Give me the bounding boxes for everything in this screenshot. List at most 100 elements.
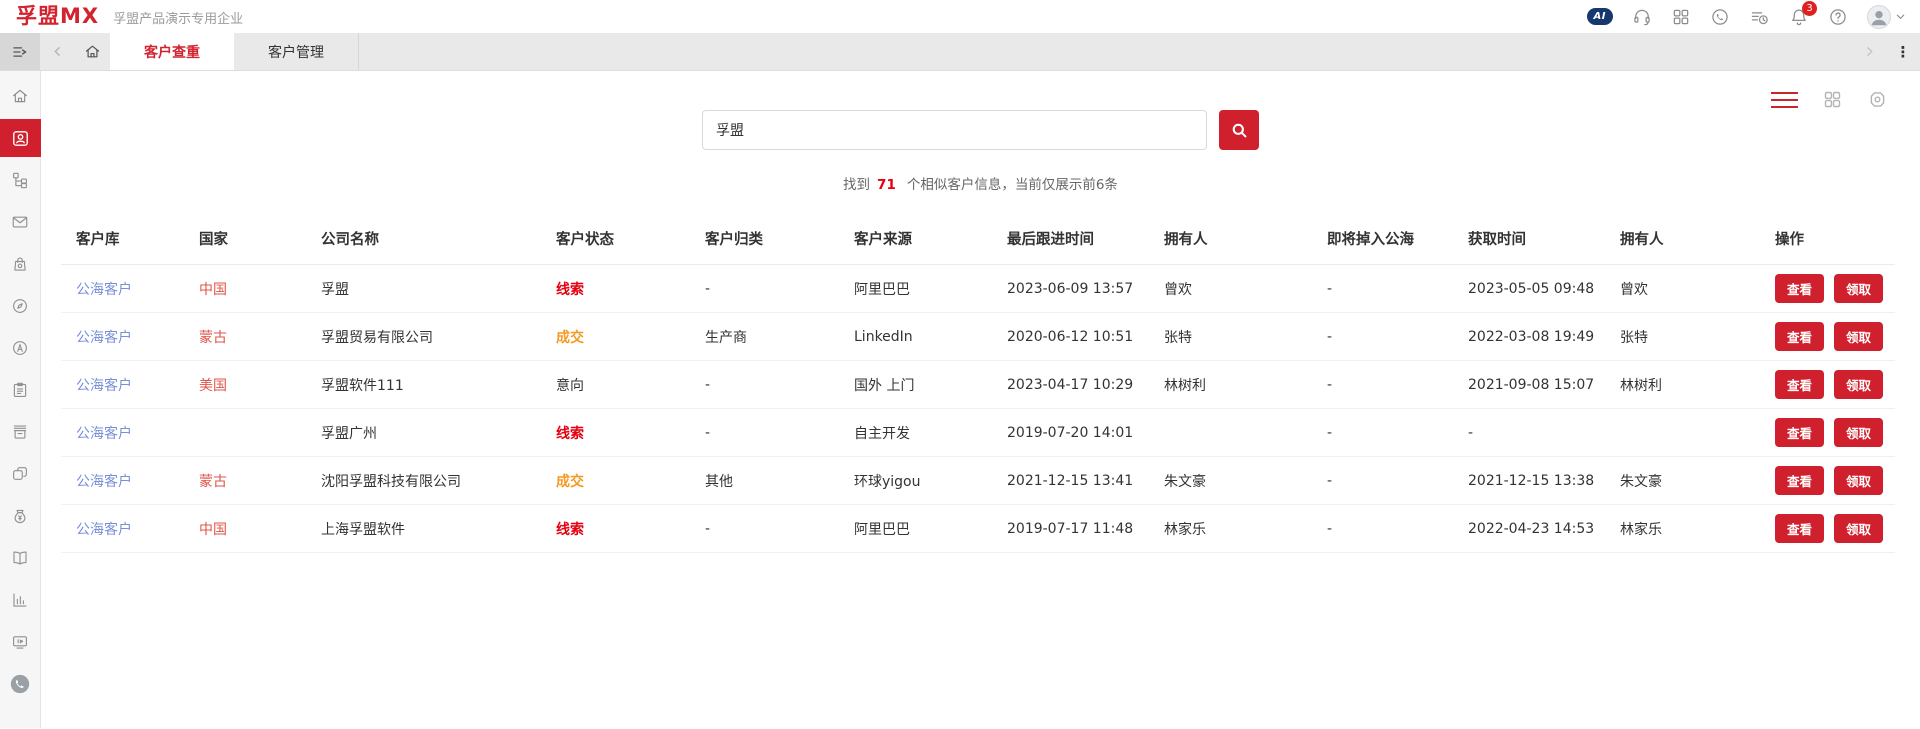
result-summary: 找到71个相似客户信息，当前仅展示前6条 — [41, 173, 1920, 193]
tab-customer-management[interactable]: 客户管理 — [234, 33, 359, 70]
forward-chevron-icon[interactable] — [1852, 33, 1886, 70]
search-button[interactable] — [1219, 110, 1259, 150]
sidebar-item-dashboard[interactable] — [0, 623, 41, 661]
column-header: 即将掉入公海 — [1312, 213, 1453, 265]
cell-drop-into-sea: - — [1312, 505, 1453, 553]
support-headset-icon[interactable] — [1632, 7, 1652, 27]
home-tab-icon[interactable] — [74, 33, 110, 70]
sidebar-item-mail[interactable] — [0, 203, 41, 241]
app-logo: 孚盟MX — [16, 0, 99, 33]
pages-icon — [11, 465, 29, 483]
view-button[interactable]: 查看 — [1775, 418, 1824, 447]
apps-grid-icon[interactable] — [1671, 7, 1691, 27]
view-button[interactable]: 查看 — [1775, 274, 1824, 303]
cell-drop-into-sea: - — [1312, 457, 1453, 505]
cell-library[interactable]: 公海客户 — [61, 505, 184, 553]
sidebar-item-finance[interactable] — [0, 497, 41, 535]
cell-library[interactable]: 公海客户 — [61, 313, 184, 361]
cell-owner-2: 朱文豪 — [1605, 457, 1760, 505]
tabbar-spacer — [359, 33, 1852, 70]
tab-more-menu-icon[interactable]: ⋮ — [1886, 33, 1920, 70]
cell-last-follow-time: 2019-07-20 14:01 — [992, 409, 1149, 457]
cell-actions: 查看领取 — [1760, 457, 1895, 505]
sidebar-item-orders[interactable] — [0, 371, 41, 409]
whatsapp-filled-icon — [9, 673, 31, 695]
column-header: 公司名称 — [306, 213, 541, 265]
cell-category: 其他 — [690, 457, 839, 505]
column-header: 客户库 — [61, 213, 184, 265]
whatsapp-icon[interactable] — [1710, 7, 1730, 27]
column-header: 最后跟进时间 — [992, 213, 1149, 265]
claim-button[interactable]: 领取 — [1834, 514, 1883, 543]
view-button[interactable]: 查看 — [1775, 466, 1824, 495]
cell-actions: 查看领取 — [1760, 505, 1895, 553]
cell-status: 成交 — [541, 313, 690, 361]
brand: 孚盟MX 孚盟产品演示专用企业 — [16, 0, 243, 33]
grid-view-icon[interactable] — [1822, 89, 1843, 110]
cell-library[interactable]: 公海客户 — [61, 361, 184, 409]
sidebar-item-org[interactable] — [0, 161, 41, 199]
bar-chart-icon — [11, 591, 29, 609]
cell-status: 线索 — [541, 505, 690, 553]
collapse-sidebar-button[interactable] — [0, 33, 40, 70]
cell-source: 环球yigou — [839, 457, 992, 505]
cell-library[interactable]: 公海客户 — [61, 409, 184, 457]
sidebar-item-compass[interactable] — [0, 287, 41, 325]
cell-acquire-time: 2023-05-05 09:48 — [1453, 265, 1605, 313]
back-chevron-icon[interactable] — [40, 33, 74, 70]
cell-category: - — [690, 409, 839, 457]
column-header: 客户归类 — [690, 213, 839, 265]
table-row: 公海客户蒙古孚盟贸易有限公司成交生产商LinkedIn2020-06-12 10… — [61, 313, 1895, 361]
sidebar-item-marketing[interactable] — [0, 329, 41, 367]
sidebar-item-home[interactable] — [0, 77, 41, 115]
search-input[interactable] — [702, 110, 1207, 150]
claim-button[interactable]: 领取 — [1834, 322, 1883, 351]
cell-drop-into-sea: - — [1312, 361, 1453, 409]
cell-acquire-time: 2022-04-23 14:53 — [1453, 505, 1605, 553]
view-button[interactable]: 查看 — [1775, 370, 1824, 399]
cell-company-name: 上海孚盟软件 — [306, 505, 541, 553]
sidebar-item-documents[interactable] — [0, 413, 41, 451]
history-list-icon[interactable] — [1749, 7, 1770, 27]
cell-country: 中国 — [184, 505, 306, 553]
cell-last-follow-time: 2023-06-09 13:57 — [992, 265, 1149, 313]
cell-library[interactable]: 公海客户 — [61, 457, 184, 505]
claim-button[interactable]: 领取 — [1834, 418, 1883, 447]
sidebar-item-reports[interactable] — [0, 581, 41, 619]
sidebar-item-whatsapp[interactable] — [0, 665, 41, 703]
cell-category: - — [690, 505, 839, 553]
home-icon — [11, 87, 29, 105]
cell-country: 美国 — [184, 361, 306, 409]
cell-company-name: 孚盟广州 — [306, 409, 541, 457]
user-menu[interactable] — [1867, 5, 1906, 29]
cell-library[interactable]: 公海客户 — [61, 265, 184, 313]
sidebar-item-products[interactable] — [0, 455, 41, 493]
claim-button[interactable]: 领取 — [1834, 274, 1883, 303]
company-subtitle: 孚盟产品演示专用企业 — [113, 8, 243, 27]
money-bag-icon — [11, 507, 29, 525]
help-icon[interactable] — [1828, 7, 1848, 27]
list-view-icon[interactable] — [1771, 92, 1798, 108]
result-prefix: 找到 — [843, 177, 870, 193]
table-row: 公海客户孚盟广州线索-自主开发2019-07-20 14:01--查看领取 — [61, 409, 1895, 457]
cell-country: 蒙古 — [184, 457, 306, 505]
view-toggle-bar — [1771, 89, 1888, 110]
sidebar-item-customers[interactable] — [0, 119, 41, 157]
ai-assistant-icon[interactable]: AI — [1587, 8, 1613, 25]
notifications-bell-icon[interactable]: 3 — [1789, 7, 1809, 27]
cell-source: LinkedIn — [839, 313, 992, 361]
sidebar-item-ledger[interactable] — [0, 539, 41, 577]
claim-button[interactable]: 领取 — [1834, 466, 1883, 495]
cell-actions: 查看领取 — [1760, 361, 1895, 409]
tab-customer-dedup[interactable]: 客户查重 — [110, 33, 234, 70]
cell-source: 阿里巴巴 — [839, 265, 992, 313]
view-button[interactable]: 查看 — [1775, 514, 1824, 543]
cell-owner: 曾欢 — [1149, 265, 1312, 313]
cell-owner-2: 林家乐 — [1605, 505, 1760, 553]
view-settings-icon[interactable] — [1867, 89, 1888, 110]
view-button[interactable]: 查看 — [1775, 322, 1824, 351]
sidebar-item-procurement[interactable] — [0, 245, 41, 283]
content-area: 找到71个相似客户信息，当前仅展示前6条 客户库国家公司名称客户状态客户归类客户… — [41, 71, 1920, 728]
claim-button[interactable]: 领取 — [1834, 370, 1883, 399]
search-section — [41, 71, 1920, 150]
